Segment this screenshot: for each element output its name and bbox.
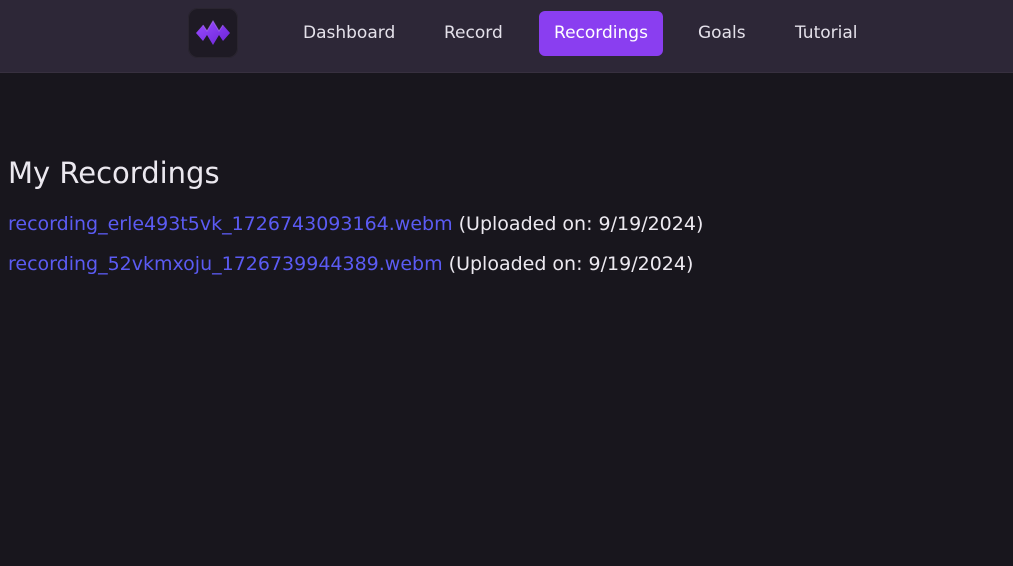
nav-record[interactable]: Record bbox=[444, 11, 503, 56]
page-title: My Recordings bbox=[8, 156, 220, 190]
waveform-logo-icon bbox=[196, 20, 230, 45]
recordings-list: recording_erle493t5vk_1726743093164.webm… bbox=[8, 208, 998, 288]
app-logo[interactable] bbox=[188, 8, 238, 58]
nav-recordings[interactable]: Recordings bbox=[539, 11, 663, 56]
recording-file-link[interactable]: recording_erle493t5vk_1726743093164.webm bbox=[8, 213, 453, 235]
nav-tutorial[interactable]: Tutorial bbox=[795, 11, 858, 56]
recording-upload-date: (Uploaded on: 9/19/2024) bbox=[448, 253, 694, 275]
main-content: My Recordings recording_erle493t5vk_1726… bbox=[8, 150, 998, 288]
recording-list-item: recording_erle493t5vk_1726743093164.webm… bbox=[8, 208, 998, 248]
recording-list-item: recording_52vkmxoju_1726739944389.webm (… bbox=[8, 248, 998, 288]
nav-dashboard[interactable]: Dashboard bbox=[303, 11, 395, 56]
recording-file-link[interactable]: recording_52vkmxoju_1726739944389.webm bbox=[8, 253, 443, 275]
nav-goals[interactable]: Goals bbox=[698, 11, 746, 56]
recording-upload-date: (Uploaded on: 9/19/2024) bbox=[458, 213, 704, 235]
top-navigation-bar: Dashboard Record Recordings Goals Tutori… bbox=[0, 0, 1013, 73]
